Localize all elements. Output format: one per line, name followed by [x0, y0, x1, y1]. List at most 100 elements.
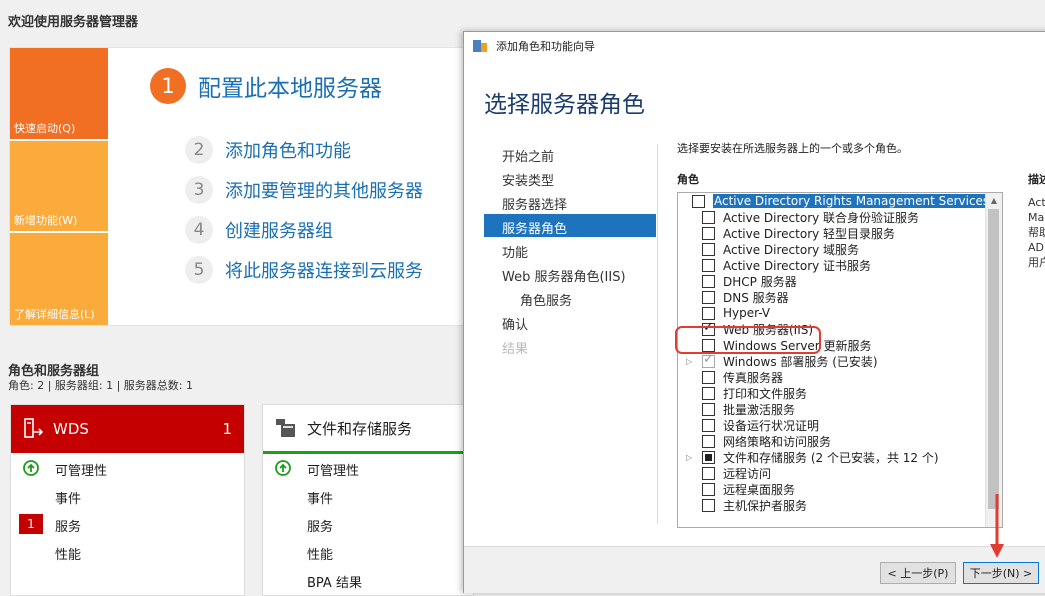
- fs-manageability[interactable]: 可管理性: [307, 460, 359, 479]
- role-label: DHCP 服务器: [723, 274, 797, 289]
- role-item[interactable]: DNS 服务器: [678, 289, 984, 305]
- role-checkbox[interactable]: [702, 466, 715, 480]
- nav-confirmation[interactable]: 确认: [502, 314, 528, 333]
- role-label: 批量激活服务: [723, 402, 796, 417]
- wds-services-badge: 1: [19, 514, 43, 534]
- role-checkbox[interactable]: [702, 370, 715, 384]
- learn-more-tile[interactable]: 了解详细信息(L): [10, 233, 108, 325]
- scroll-up-icon[interactable]: ▲: [986, 193, 1002, 209]
- role-label: 远程桌面服务: [723, 482, 796, 497]
- nav-server-selection[interactable]: 服务器选择: [502, 194, 567, 213]
- role-item[interactable]: 打印和文件服务: [678, 385, 984, 401]
- role-item[interactable]: 设备运行状况证明: [678, 417, 984, 433]
- add-roles-wizard-window: 添加角色和功能向导 选择服务器角色 开始之前 安装类型 服务器选择 服务器角色 …: [463, 31, 1045, 593]
- fs-bpa-results[interactable]: BPA 结果: [307, 572, 362, 591]
- expand-arrow-icon[interactable]: ▷: [686, 453, 696, 462]
- step-number: 3: [185, 176, 213, 204]
- role-item[interactable]: 远程桌面服务: [678, 481, 984, 497]
- role-item[interactable]: 传真服务器: [678, 369, 984, 385]
- next-button[interactable]: 下一步(N) >: [963, 562, 1039, 584]
- step-label: 创建服务器组: [225, 221, 333, 242]
- previous-button[interactable]: < 上一步(P): [880, 562, 956, 584]
- whats-new-tile[interactable]: 新增功能(W): [10, 141, 108, 231]
- step-add-servers[interactable]: 3 添加要管理的其他服务器: [185, 176, 423, 204]
- role-checkbox[interactable]: [702, 402, 715, 416]
- fs-services[interactable]: 服务: [307, 516, 333, 535]
- wds-manageability[interactable]: 可管理性: [55, 460, 107, 479]
- role-checkbox[interactable]: [702, 306, 715, 320]
- step-number: 2: [185, 136, 213, 164]
- nav-before-you-begin[interactable]: 开始之前: [502, 146, 554, 165]
- role-item[interactable]: Active Directory 证书服务: [678, 257, 984, 273]
- role-checkbox[interactable]: [702, 450, 715, 464]
- wds-tile-header[interactable]: WDS 1: [11, 405, 244, 453]
- step-connect-cloud[interactable]: 5 将此服务器连接到云服务: [185, 256, 423, 284]
- roles-listbox[interactable]: Active Directory Rights Management Servi…: [677, 192, 1003, 528]
- wds-performance[interactable]: 性能: [55, 544, 81, 563]
- role-checkbox[interactable]: [702, 352, 715, 368]
- role-checkbox[interactable]: [702, 242, 715, 256]
- scroll-thumb[interactable]: [988, 209, 999, 509]
- quick-start-tile[interactable]: 快速启动(Q): [10, 48, 108, 139]
- role-item[interactable]: 网络策略和访问服务: [678, 433, 984, 449]
- role-checkbox[interactable]: [702, 226, 715, 240]
- roles-scrollbar[interactable]: ▲: [985, 193, 1002, 527]
- role-item[interactable]: Active Directory Rights Management Servi…: [678, 193, 991, 209]
- wds-role-tile[interactable]: WDS 1 可管理性 事件 1 服务 性能: [10, 404, 245, 596]
- step-add-roles[interactable]: 2 添加角色和功能: [185, 136, 351, 164]
- step-configure-local-server[interactable]: 1 配置此本地服务器: [150, 68, 382, 104]
- role-label: 远程访问: [723, 466, 772, 481]
- role-checkbox[interactable]: [702, 210, 715, 224]
- description-line: AD: [1028, 241, 1044, 254]
- role-item[interactable]: Hyper-V: [678, 305, 984, 321]
- step-label: 配置此本地服务器: [198, 76, 382, 102]
- wds-services[interactable]: 服务: [55, 516, 81, 535]
- role-label: Active Directory 域服务: [723, 242, 860, 257]
- role-label: Hyper-V: [723, 306, 771, 320]
- nav-web-server-role[interactable]: Web 服务器角色(IIS): [502, 266, 626, 285]
- role-checkbox[interactable]: [702, 482, 715, 496]
- role-item[interactable]: 主机保护者服务: [678, 497, 984, 513]
- step-create-group[interactable]: 4 创建服务器组: [185, 216, 333, 244]
- role-checkbox[interactable]: [702, 434, 715, 448]
- step-label: 将此服务器连接到云服务: [225, 261, 423, 282]
- nav-separator: [657, 144, 658, 524]
- nav-features[interactable]: 功能: [502, 242, 528, 261]
- role-label: 打印和文件服务: [723, 386, 808, 401]
- role-item[interactable]: Active Directory 轻型目录服务: [678, 225, 984, 241]
- fs-performance[interactable]: 性能: [307, 544, 333, 563]
- role-label: 主机保护者服务: [723, 498, 808, 513]
- role-item[interactable]: DHCP 服务器: [678, 273, 984, 289]
- nav-results: 结果: [502, 342, 529, 357]
- role-checkbox[interactable]: [702, 258, 715, 272]
- description-line: Act: [1028, 196, 1045, 209]
- quick-start-label: 快速启动(Q): [14, 122, 76, 135]
- quick-start-panel: 快速启动(Q) 新增功能(W) 了解详细信息(L) 1 配置此本地服务器 2 添…: [9, 47, 471, 326]
- description-column-label: 描述: [1028, 173, 1045, 186]
- wds-events[interactable]: 事件: [55, 488, 81, 507]
- step-number: 1: [150, 68, 186, 104]
- role-checkbox[interactable]: [702, 418, 715, 432]
- nav-installation-type[interactable]: 安装类型: [502, 170, 554, 189]
- wizard-title-bar[interactable]: 添加角色和功能向导: [464, 32, 1045, 60]
- role-label: 传真服务器: [723, 370, 784, 385]
- role-item[interactable]: Active Directory 域服务: [678, 241, 984, 257]
- role-checkbox[interactable]: [702, 386, 715, 400]
- role-item[interactable]: 远程访问: [678, 465, 984, 481]
- role-item[interactable]: ▷ Windows 部署服务 (已安装): [678, 352, 984, 369]
- welcome-title: 欢迎使用服务器管理器: [8, 15, 139, 30]
- role-checkbox[interactable]: [702, 498, 715, 512]
- fs-events[interactable]: 事件: [307, 488, 333, 507]
- role-item[interactable]: ▷ 文件和存储服务 (2 个已安装，共 12 个): [678, 449, 984, 465]
- role-item[interactable]: 批量激活服务: [678, 401, 984, 417]
- description-line: Ma: [1028, 211, 1045, 224]
- role-checkbox[interactable]: [702, 274, 715, 288]
- nav-server-roles[interactable]: 服务器角色: [502, 218, 567, 237]
- role-item[interactable]: Active Directory 联合身份验证服务: [678, 209, 984, 225]
- file-storage-role-tile[interactable]: 文件和存储服务 可管理性 事件 服务 性能 BPA 结果: [262, 404, 474, 596]
- expand-arrow-icon[interactable]: ▷: [686, 357, 696, 366]
- role-checkbox[interactable]: [702, 290, 715, 304]
- file-storage-tile-header[interactable]: 文件和存储服务: [263, 405, 473, 454]
- nav-role-services[interactable]: 角色服务: [520, 290, 572, 309]
- role-checkbox[interactable]: [692, 194, 705, 208]
